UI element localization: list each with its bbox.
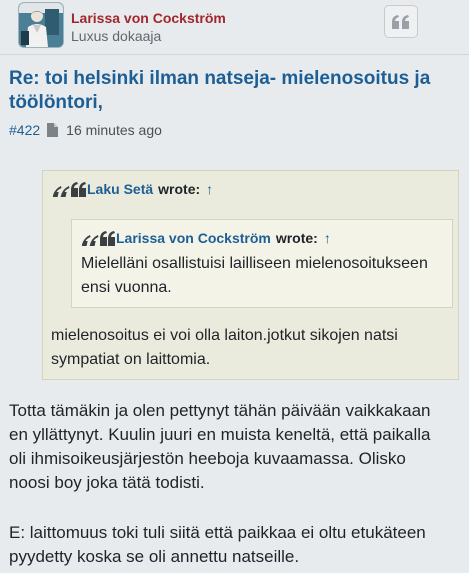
quote-line: sympatiat on laittomia. — [51, 351, 211, 368]
quote-block: Laku Setä wrote: ↑ Larissa von Cockström… — [42, 170, 459, 380]
nested-quote-line: ensi vuonna. — [81, 279, 172, 296]
document-icon — [47, 123, 59, 137]
post-body-line: noosi boy joka tätä todisti. — [9, 473, 205, 492]
post-body-line: E: laittomuus toki tuli siitä että paikk… — [9, 523, 426, 542]
nested-quote-wrote-label: wrote: — [275, 230, 318, 246]
nested-quote-author-link[interactable]: Larissa von Cockström — [116, 230, 271, 246]
nested-quote-citation: Larissa von Cockström wrote: ↑ — [82, 230, 331, 246]
post-body-line: Totta tämäkin ja olen pettynyt tähän päi… — [9, 401, 431, 420]
post-header: Larissa von Cockström Luxus dokaaja — [0, 0, 469, 54]
post-number-link[interactable]: #422 — [9, 122, 40, 138]
quote-button[interactable] — [384, 5, 418, 38]
quote-marks-icon — [53, 182, 86, 197]
nested-quote-block: Larissa von Cockström wrote: ↑ Mielellän… — [71, 219, 453, 308]
quote-wrote-label: wrote: — [158, 181, 201, 197]
avatar[interactable] — [19, 3, 63, 47]
header-divider — [0, 54, 469, 55]
author-rank: Luxus dokaaja — [71, 28, 162, 44]
post-body-line: oli ihmisoikeusjärjestön heeboja kuvaama… — [9, 449, 406, 468]
quote-icon — [392, 14, 409, 29]
nested-jump-to-post-link[interactable]: ↑ — [324, 230, 331, 246]
avatar-image — [19, 3, 63, 47]
post-title[interactable]: Re: toi helsinki ilman natseja- mielenos… — [9, 67, 459, 115]
author-name[interactable]: Larissa von Cockström — [71, 10, 226, 26]
jump-to-post-link[interactable]: ↑ — [206, 181, 213, 197]
quote-citation: Laku Setä wrote: ↑ — [53, 181, 213, 197]
quote-line: mielenosoitus ei voi olla laiton.jotkut … — [51, 327, 398, 344]
quote-author-link[interactable]: Laku Setä — [87, 181, 153, 197]
post-meta: #422 16 minutes ago — [9, 122, 162, 138]
quote-marks-icon — [82, 231, 115, 246]
post-body-line: pyydetty koska se oli annettu natseille. — [9, 547, 300, 566]
post-time: 16 minutes ago — [66, 122, 162, 138]
post-body-line: en yllättynyt. Kuulin juuri en muista ke… — [9, 425, 431, 444]
nested-quote-line: Mielelläni osallistuisi lailliseen miele… — [81, 255, 428, 272]
